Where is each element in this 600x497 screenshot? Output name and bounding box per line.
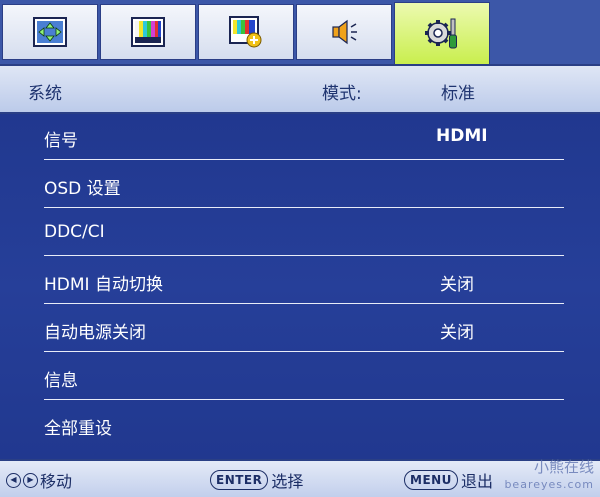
divider bbox=[44, 255, 564, 256]
divider bbox=[44, 399, 564, 400]
divider bbox=[44, 303, 564, 304]
display-arrows-icon bbox=[33, 17, 67, 47]
menu-item-label: DDC/CI bbox=[44, 222, 105, 242]
menu-item-reset-all[interactable]: 全部重设 bbox=[0, 402, 600, 450]
arrow-left-icon: ◀ bbox=[6, 472, 21, 488]
select-label: 选择 bbox=[271, 472, 304, 491]
tab-system[interactable] bbox=[394, 2, 490, 64]
divider bbox=[44, 207, 564, 208]
menu-item-label: 信号 bbox=[44, 131, 78, 151]
menu-item-signal[interactable]: 信号 HDMI bbox=[0, 114, 600, 162]
section-title: 系统 bbox=[28, 84, 62, 104]
tab-audio[interactable] bbox=[296, 4, 392, 60]
mode-label: 模式: bbox=[322, 84, 362, 104]
menu-item-auto-power-off[interactable]: 自动电源关闭 关闭 bbox=[0, 306, 600, 354]
hint-exit: MENU 退出 bbox=[404, 468, 493, 492]
picture-add-icon bbox=[229, 16, 262, 48]
tab-picture[interactable] bbox=[100, 4, 196, 60]
move-label: 移动 bbox=[40, 472, 73, 491]
tab-picture-advanced[interactable] bbox=[198, 4, 294, 60]
hint-select: ENTER 选择 bbox=[210, 468, 303, 492]
speaker-icon bbox=[332, 19, 357, 45]
tab-display[interactable] bbox=[2, 4, 98, 60]
menu-item-value: HDMI bbox=[436, 126, 488, 146]
menu-key-icon: MENU bbox=[404, 470, 458, 490]
menu-item-value: 关闭 bbox=[440, 323, 474, 343]
menu-item-label: 信息 bbox=[44, 371, 78, 391]
gear-screwdriver-icon bbox=[425, 18, 457, 48]
menu-header: 系统 模式: 标准 bbox=[0, 66, 600, 114]
color-bars-icon bbox=[131, 17, 165, 47]
exit-label: 退出 bbox=[460, 472, 493, 491]
menu-item-ddc-ci[interactable]: DDC/CI bbox=[0, 210, 600, 258]
menu-item-label: 全部重设 bbox=[44, 419, 112, 439]
menu-item-value: 关闭 bbox=[440, 275, 474, 295]
menu-item-information[interactable]: 信息 bbox=[0, 354, 600, 402]
system-menu-list: 信号 HDMI OSD 设置 DDC/CI HDMI 自动切换 关闭 自动电源关… bbox=[0, 114, 600, 459]
tab-bar bbox=[0, 0, 600, 66]
divider bbox=[44, 351, 564, 352]
enter-key-icon: ENTER bbox=[210, 470, 269, 490]
menu-item-label: 自动电源关闭 bbox=[44, 323, 146, 343]
menu-item-hdmi-auto-switch[interactable]: HDMI 自动切换 关闭 bbox=[0, 258, 600, 306]
mode-value: 标准 bbox=[441, 84, 475, 104]
menu-item-label: HDMI 自动切换 bbox=[44, 275, 163, 295]
key-hints-footer: ◀ ▶ 移动 ENTER 选择 MENU 退出 bbox=[0, 459, 600, 497]
divider bbox=[44, 159, 564, 160]
menu-item-label: OSD 设置 bbox=[44, 179, 121, 199]
arrow-right-icon: ▶ bbox=[23, 472, 38, 488]
hint-move: ◀ ▶ 移动 bbox=[6, 468, 72, 492]
menu-item-osd-settings[interactable]: OSD 设置 bbox=[0, 162, 600, 210]
